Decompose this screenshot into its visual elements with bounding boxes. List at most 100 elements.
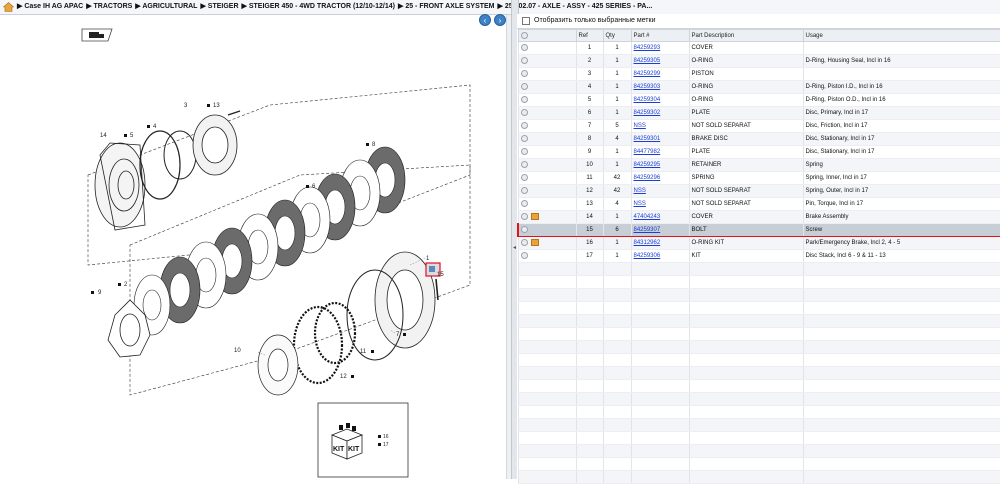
breadcrumb-item[interactable]: ▶ STEIGER 450 - 4WD TRACTOR (12/10-12/14… [242,3,395,10]
row-select-icon[interactable] [520,213,528,221]
table-row[interactable]: 4 1 84259303 O-RING D-Ring, Piston I.D., Inc… [517,80,1000,94]
row-select-icon[interactable] [520,252,528,260]
row-select-icon[interactable] [520,122,528,130]
part-number-cell[interactable]: 84259307 [630,223,690,237]
header-select-all[interactable] [517,29,577,42]
part-number-cell[interactable]: 84477982 [630,145,690,159]
part-number-cell-text[interactable]: 84259306 [634,253,661,259]
row-select-icon[interactable] [520,174,528,182]
callout-14[interactable]: 14 [100,133,107,139]
table-row[interactable]: 12 42 NSS NOT SOLD SEPARAT Spring, Outer, In… [517,184,1000,198]
table-row[interactable]: 13 4 NSS NOT SOLD SEPARAT Pin, Torque, Incl … [517,197,1000,211]
header-usage[interactable]: Usage [802,29,1000,42]
row-select-cell[interactable] [517,106,577,120]
callout-15[interactable]: 15 [437,272,444,278]
part-number-cell[interactable]: NSS [630,197,690,211]
part-number-cell[interactable]: 84259305 [630,54,690,68]
callout-10[interactable]: 10 [234,348,241,354]
row-select-icon[interactable] [520,109,528,117]
row-select-cell[interactable] [517,236,577,250]
table-row[interactable]: 8 4 84259301 BRAKE DISC Disc, Stationary, In… [517,132,1000,146]
row-select-cell[interactable] [517,249,577,263]
part-number-cell-text[interactable]: 84259304 [634,97,661,103]
callout-1[interactable]: 1 [426,256,430,262]
row-select-cell[interactable] [517,119,577,133]
table-row[interactable]: 3 1 84259299 PISTON [517,67,1000,81]
home-icon[interactable] [3,2,14,12]
diagram-view-toggle[interactable] [81,28,113,42]
callout-11[interactable]: 11 [360,349,367,355]
callout-9[interactable]: 9 [98,290,102,296]
part-number-cell[interactable]: 84259302 [630,106,690,120]
table-row[interactable]: 17 1 84259306 KIT Disc Stack, Incl 6 - 9 & 1… [517,249,1000,263]
part-number-cell[interactable]: 84259304 [630,93,690,107]
row-select-icon[interactable] [520,200,528,208]
row-select-cell[interactable] [517,132,577,146]
row-select-cell[interactable] [517,158,577,172]
callout-13[interactable]: 13 [213,103,220,109]
part-number-cell-text[interactable]: 47404243 [634,214,661,220]
breadcrumb-item[interactable]: ▶ AGRICULTURAL [135,3,197,10]
row-select-cell[interactable] [517,171,577,185]
kit-legend-item-17[interactable]: 17 [383,442,389,448]
kit-legend-item-16[interactable]: 16 [383,434,389,440]
row-select-icon[interactable] [520,57,528,65]
part-number-cell-text[interactable]: 84259293 [634,45,661,51]
part-number-cell[interactable]: 84259296 [630,171,690,185]
part-number-cell[interactable]: 84259306 [630,249,690,263]
part-number-cell-text[interactable]: 84259296 [634,175,661,181]
part-number-cell-text[interactable]: 84259295 [634,162,661,168]
header-ref[interactable]: Ref [575,29,604,42]
row-select-cell[interactable] [517,67,577,81]
row-select-icon[interactable] [520,135,528,143]
table-row[interactable]: 15 6 84259307 BOLT Screw [517,223,1000,237]
row-select-cell[interactable] [517,54,577,68]
part-number-cell[interactable]: 84259301 [630,132,690,146]
callout-3[interactable]: 3 [184,103,188,109]
callout-4[interactable]: 4 [153,124,157,130]
header-part-number[interactable]: Part # [630,29,690,42]
row-select-icon[interactable] [520,44,528,52]
table-row[interactable]: 7 5 NSS NOT SOLD SEPARAT Disc, Friction, Inc… [517,119,1000,133]
part-number-cell[interactable]: 84259295 [630,158,690,172]
part-number-cell-text[interactable]: 84259302 [634,110,661,116]
part-number-cell-text[interactable]: 84259299 [634,71,661,77]
row-select-cell[interactable] [517,210,577,224]
part-number-cell-text[interactable]: NSS [634,201,646,207]
part-number-cell-text[interactable]: 84259301 [634,136,661,142]
breadcrumb-item[interactable]: ▶ Case IH AG APAC [17,3,83,10]
breadcrumb-item[interactable]: ▶ STEIGER [200,3,238,10]
callout-8[interactable]: 8 [372,142,376,148]
row-select-icon[interactable] [521,226,528,234]
table-row[interactable]: 9 1 84477982 PLATE Disc, Stationary, Incl in… [517,145,1000,159]
part-number-cell-text[interactable]: 84259305 [634,58,661,64]
show-selected-only-checkbox[interactable] [522,17,530,25]
row-select-icon[interactable] [520,83,528,91]
part-number-cell-text[interactable]: NSS [634,188,646,194]
row-select-icon[interactable] [520,187,528,195]
row-select-cell[interactable] [517,197,577,211]
table-row[interactable]: 14 1 47404243 COVER Brake Assembly [517,210,1000,224]
header-description[interactable]: Part Description [688,29,804,42]
table-row[interactable]: 1 1 84259293 COVER [517,41,1000,55]
part-number-cell[interactable]: 84259293 [630,41,690,55]
breadcrumb-item[interactable]: ▶ TRACTORS [86,3,132,10]
callout-2[interactable]: 2 [124,282,128,288]
row-select-cell[interactable] [517,80,577,94]
row-select-icon[interactable] [520,239,528,247]
table-row[interactable]: 6 1 84259302 PLATE Disc, Primary, Incl in 17 [517,106,1000,120]
callout-5[interactable]: 5 [130,133,134,139]
row-select-icon[interactable] [520,70,528,78]
part-number-cell[interactable]: 84312962 [630,236,690,250]
row-select-cell[interactable] [517,223,577,237]
row-select-icon[interactable] [520,161,528,169]
breadcrumb-item[interactable]: ▶ 25.102.07 - AXLE - ASSY - 425 SERIES -… [498,3,653,10]
part-number-cell[interactable]: 84259303 [630,80,690,94]
header-qty[interactable]: Qty [602,29,632,42]
table-row[interactable]: 16 1 84312962 O-RING KIT Park/Emergency Brak… [517,236,1000,250]
row-select-icon[interactable] [520,96,528,104]
part-number-cell-text[interactable]: NSS [634,123,646,129]
part-number-cell[interactable]: 47404243 [630,210,690,224]
back-button[interactable]: ‹ [479,14,491,26]
table-row[interactable]: 10 1 84259295 RETAINER Spring [517,158,1000,172]
